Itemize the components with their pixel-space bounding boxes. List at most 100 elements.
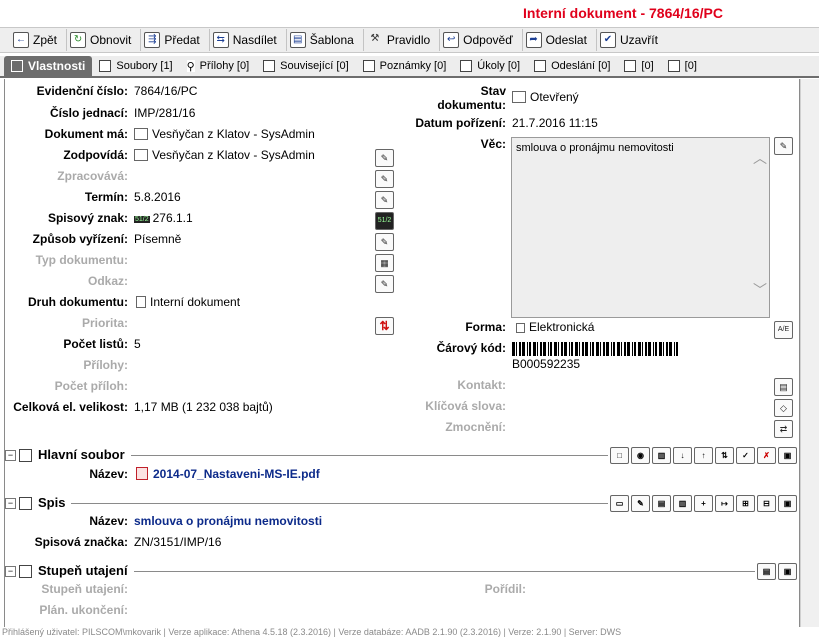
- spisova-znacka-label: Spisová značka:: [34, 535, 128, 549]
- reply-button[interactable]: ↩ Odpověď: [440, 29, 523, 51]
- spis-actions: ▭ ✎ ▤ ▥ + ↦ ⊞ ⊟ ▣: [610, 494, 797, 512]
- mail-icon: [534, 60, 547, 72]
- spis-title: Spis: [38, 495, 66, 510]
- hlavni-soubor-title: Hlavní soubor: [38, 447, 125, 462]
- template-button[interactable]: ▤ Šablona: [287, 29, 364, 51]
- hlavni-soubor-link[interactable]: 2014-07_Nastaveni-MS-IE.pdf: [136, 467, 320, 481]
- tab-odeslani[interactable]: Odeslání [0]: [527, 56, 617, 76]
- file-icon: [19, 448, 32, 462]
- secrecy-edit-button[interactable]: ▤: [757, 562, 776, 580]
- folder-docs-button[interactable]: ▤: [652, 494, 671, 512]
- new-file-button[interactable]: □: [610, 446, 629, 464]
- priority-icon[interactable]: ⇅: [375, 317, 394, 335]
- electronic-icon: [516, 323, 525, 333]
- forma-button[interactable]: A/E: [774, 321, 793, 339]
- vec-textarea[interactable]: smlouva o pronájmu nemovitosti ︿ ﹀: [511, 137, 770, 318]
- secrecy-properties-button[interactable]: ▣: [778, 562, 797, 580]
- back-button[interactable]: ← Zpět: [10, 29, 68, 51]
- vertical-scrollbar[interactable]: [800, 79, 819, 627]
- collapse-toggle[interactable]: −: [5, 565, 16, 577]
- zpusob-vyrizeni-label: Způsob vyřízení:: [32, 232, 128, 246]
- spis-nazev-link[interactable]: smlouva o pronájmu nemovitosti: [134, 514, 322, 528]
- reply-icon: ↩: [443, 32, 460, 48]
- open-folder-button[interactable]: ▭: [610, 494, 629, 512]
- status-icon: [512, 91, 526, 103]
- share-button[interactable]: ⇆ Nasdílet: [210, 29, 287, 51]
- section-divider: [133, 571, 755, 572]
- collapse-toggle[interactable]: −: [5, 449, 16, 461]
- edit-termin-button[interactable]: ✎: [375, 191, 394, 209]
- upload-file-button[interactable]: ↑: [694, 446, 713, 464]
- workflow-icon: [667, 60, 680, 72]
- tab-vlastnosti[interactable]: Vlastnosti: [4, 56, 93, 76]
- forma-label: Forma:: [465, 320, 506, 334]
- klicova-slova-label: Klíčová slova:: [425, 399, 506, 413]
- section-divider: [130, 455, 608, 456]
- tab-workflow[interactable]: [0]: [661, 56, 704, 76]
- lock-file-button[interactable]: ▥: [652, 446, 671, 464]
- view-file-button[interactable]: ◉: [631, 446, 650, 464]
- kontakt-label: Kontakt:: [457, 378, 506, 392]
- close-document-button[interactable]: ✔ Uzavřít: [597, 29, 667, 51]
- template-icon: ▤: [289, 32, 306, 48]
- forward-button[interactable]: ⇶ Předat: [141, 29, 210, 51]
- tab-soubory[interactable]: Soubory [1]: [92, 56, 179, 76]
- send-button[interactable]: ➦ Odeslat: [523, 29, 597, 51]
- folder-add-button[interactable]: +: [694, 494, 713, 512]
- user-icon: [134, 149, 148, 161]
- folder-remove-button[interactable]: ⊟: [757, 494, 776, 512]
- approve-file-button[interactable]: ✓: [736, 446, 755, 464]
- zodpovida-label: Zodpovídá:: [63, 148, 128, 162]
- datum-porizeni-label: Datum pořízení:: [415, 116, 506, 130]
- refresh-icon: ↻: [70, 32, 87, 48]
- rule-button[interactable]: ⚒ Pravidlo: [364, 29, 441, 51]
- typ-dokumentu-label: Typ dokumentu:: [35, 253, 128, 267]
- secret-icon: [19, 564, 32, 578]
- edit-zpusob-button[interactable]: ✎: [375, 233, 394, 251]
- share-icon: ⇆: [212, 32, 229, 48]
- celkova-velikost-label: Celková el. velikost:: [13, 400, 128, 414]
- history-icon: [624, 60, 637, 72]
- forma-value: Elektronická: [516, 320, 594, 334]
- folder-insert-button[interactable]: ⊞: [736, 494, 755, 512]
- compare-file-button[interactable]: ⇅: [715, 446, 734, 464]
- edit-zpracovava-button[interactable]: ✎: [375, 170, 394, 188]
- textarea-scroll[interactable]: ︿ ﹀: [753, 148, 767, 300]
- file-properties-button[interactable]: ▣: [778, 446, 797, 464]
- kontakt-button[interactable]: ▤: [774, 378, 793, 396]
- download-file-button[interactable]: ↓: [673, 446, 692, 464]
- edit-folder-button[interactable]: ✎: [631, 494, 650, 512]
- stav-dokumentu-label: Stav dokumentu:: [437, 84, 506, 112]
- klicova-slova-button[interactable]: ◇: [774, 399, 793, 417]
- hlavni-soubor-nazev-label: Název:: [89, 467, 128, 481]
- folder-move-button[interactable]: ↦: [715, 494, 734, 512]
- tab-poznamky[interactable]: Poznámky [0]: [356, 56, 454, 76]
- zpracovava-label: Zpracovává:: [57, 169, 128, 183]
- pdf-icon: [136, 467, 148, 480]
- folder-properties-button[interactable]: ▣: [778, 494, 797, 512]
- edit-vec-button[interactable]: ✎: [774, 137, 793, 155]
- close-document-icon: ✔: [599, 32, 616, 48]
- back-arrow-icon: ←: [13, 32, 29, 48]
- spisovy-znak-button[interactable]: 51/2: [375, 212, 394, 230]
- refresh-button[interactable]: ↻ Obnovit: [67, 29, 142, 51]
- tab-history[interactable]: [0]: [617, 56, 660, 76]
- folder-copy-button[interactable]: ▥: [673, 494, 692, 512]
- tab-souvisejici[interactable]: Související [0]: [256, 56, 355, 76]
- toolbar: ← Zpět ↻ Obnovit ⇶ Předat ⇆ Nasdílet ▤ Šablon…: [0, 27, 819, 53]
- collapse-toggle[interactable]: −: [5, 497, 16, 509]
- spisova-znacka-value: ZN/3151/IMP/16: [134, 535, 222, 549]
- druh-dokumentu-value: Interní dokument: [136, 295, 240, 309]
- tab-prilohy[interactable]: ⚲ Přílohy [0]: [180, 56, 257, 76]
- zmocneni-label: Zmocnění:: [445, 420, 506, 434]
- forward-icon: ⇶: [144, 32, 161, 48]
- edit-typ-button[interactable]: ▦: [375, 254, 394, 272]
- title-bar: Interní dokument - 7864/16/PC: [0, 0, 819, 26]
- zmocneni-button[interactable]: ⇄: [774, 420, 793, 438]
- stav-dokumentu-value: Otevřený: [512, 90, 579, 104]
- tab-ukoly[interactable]: Úkoly [0]: [453, 56, 527, 76]
- edit-odkaz-button[interactable]: ✎: [375, 275, 394, 293]
- note-icon: [362, 60, 375, 72]
- edit-zodpovida-button[interactable]: ✎: [375, 149, 394, 167]
- delete-file-button[interactable]: ✗: [757, 446, 776, 464]
